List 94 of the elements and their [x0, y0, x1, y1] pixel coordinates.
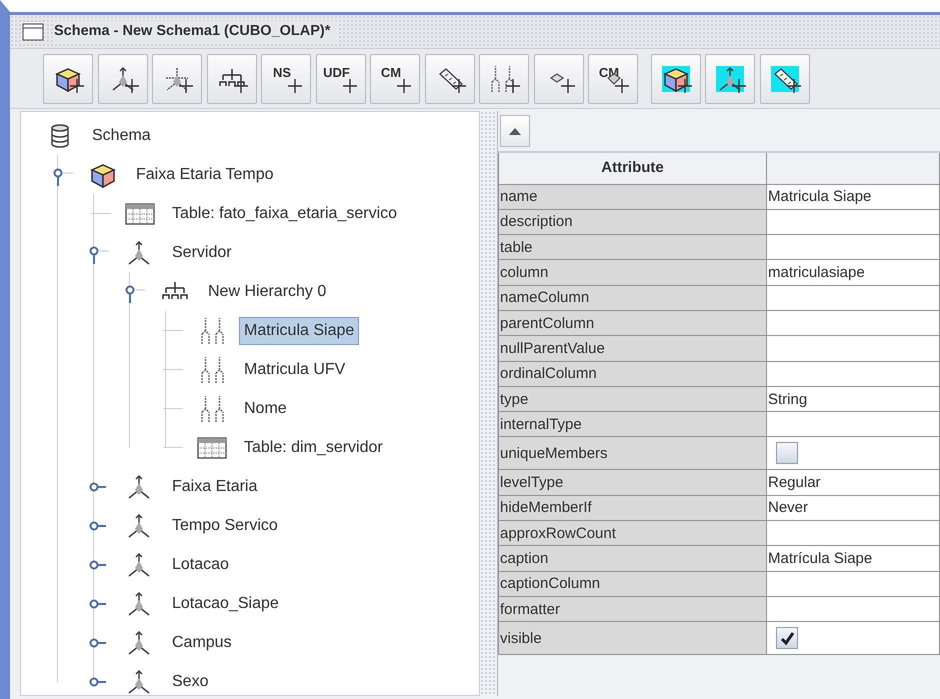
value-cell[interactable] [766, 209, 940, 235]
attribute-cell: nameColumn [498, 285, 766, 310]
attribute-cell: caption [498, 546, 766, 572]
toolbar-button[interactable] [206, 54, 256, 104]
value-cell[interactable] [766, 336, 940, 362]
attribute-cell: internalType [498, 412, 766, 437]
ruler-icon [770, 66, 798, 92]
value-cell[interactable]: matriculasiape [766, 260, 940, 286]
value-cell[interactable]: Regular [766, 470, 940, 496]
toolbar-button[interactable] [424, 54, 474, 104]
table-icon [125, 200, 155, 226]
attribute-cell: column [498, 260, 766, 286]
plus-icon [615, 78, 629, 92]
plus-icon [452, 78, 466, 92]
toolbar-button[interactable]: UDF [316, 54, 366, 104]
checkbox[interactable] [776, 627, 798, 650]
value-cell[interactable] [766, 310, 940, 336]
level-icon [200, 318, 224, 344]
plus-icon [786, 78, 800, 92]
tree-item[interactable]: Faixa Etaria [167, 472, 262, 500]
value-cell[interactable]: Matricula Siape [766, 184, 940, 210]
value-cell[interactable] [766, 596, 940, 622]
value-cell[interactable] [766, 520, 940, 546]
axes-icon [163, 66, 191, 92]
tree-item[interactable]: Table: dim_servidor [239, 434, 388, 462]
attribute-cell: description [498, 209, 766, 235]
plus-icon [560, 78, 574, 92]
plus-icon [234, 78, 248, 92]
plus-icon [342, 78, 356, 92]
attribute-cell: parentColumn [498, 310, 766, 336]
value-cell[interactable] [766, 412, 940, 437]
tree-item[interactable]: Faixa Etaria Tempo [131, 160, 279, 188]
plus-icon [70, 78, 84, 92]
attribute-cell: hideMemberIf [498, 495, 766, 521]
tree-item[interactable]: Matricula UFV [239, 356, 350, 384]
toolbar-button[interactable] [98, 54, 148, 104]
plus-icon [678, 78, 692, 92]
attribute-cell: table [498, 234, 766, 260]
toolbar-button[interactable]: NS [261, 54, 311, 104]
attribute-cell: name [498, 184, 766, 210]
toolbar-button[interactable] [152, 54, 202, 104]
toolbar-button[interactable] [705, 54, 755, 104]
toolbar-button[interactable] [760, 54, 810, 104]
tree-item[interactable]: Schema [87, 122, 156, 150]
toolbar-button[interactable] [479, 54, 529, 104]
tree-item[interactable]: New Hierarchy 0 [203, 278, 332, 306]
plus-icon [288, 78, 302, 92]
attribute-cell: nullParentValue [498, 336, 766, 362]
plus-icon [124, 78, 138, 92]
plus-icon [732, 78, 746, 92]
toolbar-button[interactable]: CM [370, 54, 420, 104]
up-arrow-icon [509, 128, 521, 134]
cube-icon [662, 66, 690, 92]
plus-icon [506, 78, 520, 92]
scroll-up-button[interactable] [500, 115, 530, 147]
value-cell[interactable] [766, 361, 940, 386]
attribute-cell: approxRowCount [498, 520, 766, 546]
value-cell[interactable] [766, 234, 940, 260]
window-icon [22, 22, 44, 40]
level-icon [200, 356, 224, 382]
attribute-cell: ordinalColumn [498, 361, 766, 386]
toolbar-button[interactable] [534, 54, 584, 104]
database-icon [49, 122, 71, 148]
window-title: Schema - New Schema1 (CUBO_OLAP)* [54, 20, 338, 42]
cube-icon [54, 66, 82, 92]
attribute-cell: uniqueMembers [498, 436, 766, 470]
column-header: Attribute [498, 152, 766, 184]
tree-item[interactable]: Sexo [167, 668, 214, 696]
toolbar-button[interactable] [650, 54, 700, 104]
attribute-cell: captionColumn [498, 571, 766, 596]
tree-item[interactable]: Lotacao_Siape [167, 590, 284, 618]
toolbar-button[interactable] [43, 54, 93, 104]
value-cell[interactable] [766, 285, 940, 310]
plus-icon [397, 78, 411, 92]
value-cell[interactable] [766, 571, 940, 596]
tree-item[interactable]: Servidor [167, 238, 237, 266]
tree-item[interactable]: Table: fato_faixa_etaria_servico [167, 200, 402, 228]
tree-item[interactable]: Campus [167, 628, 237, 656]
value-cell[interactable]: Matrícula Siape [766, 546, 940, 572]
tree-item[interactable]: Matricula Siape [239, 316, 360, 344]
attribute-cell: visible [498, 622, 766, 655]
table-icon [197, 434, 227, 460]
axes-icon [716, 66, 744, 92]
value-cell[interactable]: Never [766, 495, 940, 521]
tree-item[interactable]: Lotacao [167, 550, 234, 578]
attribute-cell: levelType [498, 470, 766, 496]
value-cell[interactable]: String [766, 386, 940, 412]
tree-item[interactable]: Tempo Servico [167, 512, 283, 540]
tree-item[interactable]: Nome [239, 394, 292, 422]
plus-icon [179, 78, 193, 92]
checkbox[interactable] [776, 442, 798, 464]
level-icon [200, 396, 224, 422]
attribute-cell: formatter [498, 596, 766, 622]
attribute-cell: type [498, 386, 766, 412]
